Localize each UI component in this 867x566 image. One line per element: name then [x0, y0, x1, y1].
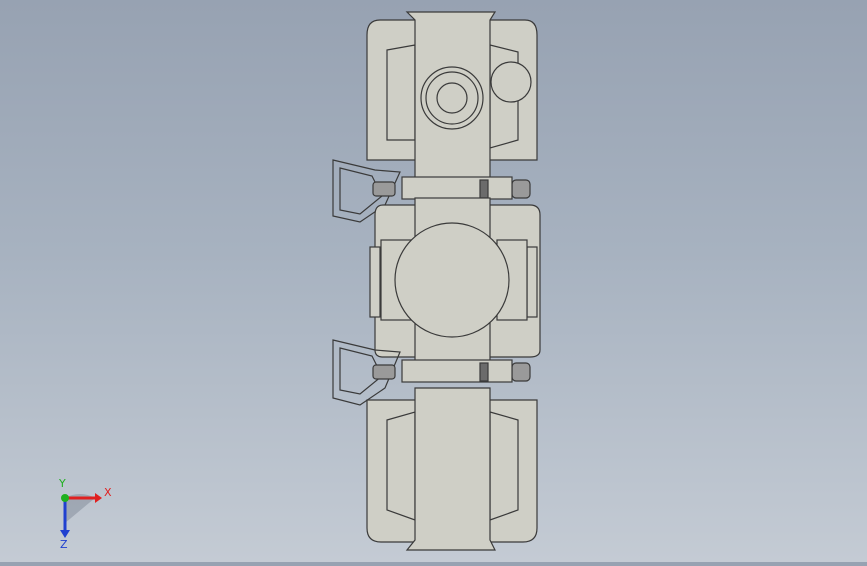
middle-left-tab [369, 246, 381, 318]
top-side-hole [490, 61, 532, 103]
bottom-shaft [405, 387, 496, 551]
axis-triad: X Y Z [40, 477, 130, 551]
z-axis-arrow [60, 530, 70, 538]
lower-pin-left [372, 364, 396, 380]
lower-collar-band [479, 362, 489, 382]
upper-collar-band [479, 179, 489, 199]
top-boss-inner [436, 82, 468, 114]
lower-collar [401, 359, 513, 383]
bottom-right-pocket [489, 411, 519, 521]
upper-pin-left [372, 181, 396, 197]
model-view[interactable] [0, 0, 867, 562]
bottom-left-pocket [386, 411, 416, 521]
z-axis-label: Z [60, 538, 68, 548]
center-ball [394, 222, 510, 338]
y-axis-label: Y [58, 478, 66, 490]
x-axis-arrow [95, 493, 102, 503]
middle-right-tab [526, 246, 538, 318]
top-left-pocket [386, 44, 416, 141]
upper-collar [401, 176, 513, 200]
upper-pin-right [511, 179, 531, 199]
x-axis-label: X [104, 486, 112, 499]
cad-viewport[interactable]: X Y Z [0, 0, 867, 562]
lower-pin-right [511, 362, 531, 382]
y-axis-dot [61, 494, 69, 502]
